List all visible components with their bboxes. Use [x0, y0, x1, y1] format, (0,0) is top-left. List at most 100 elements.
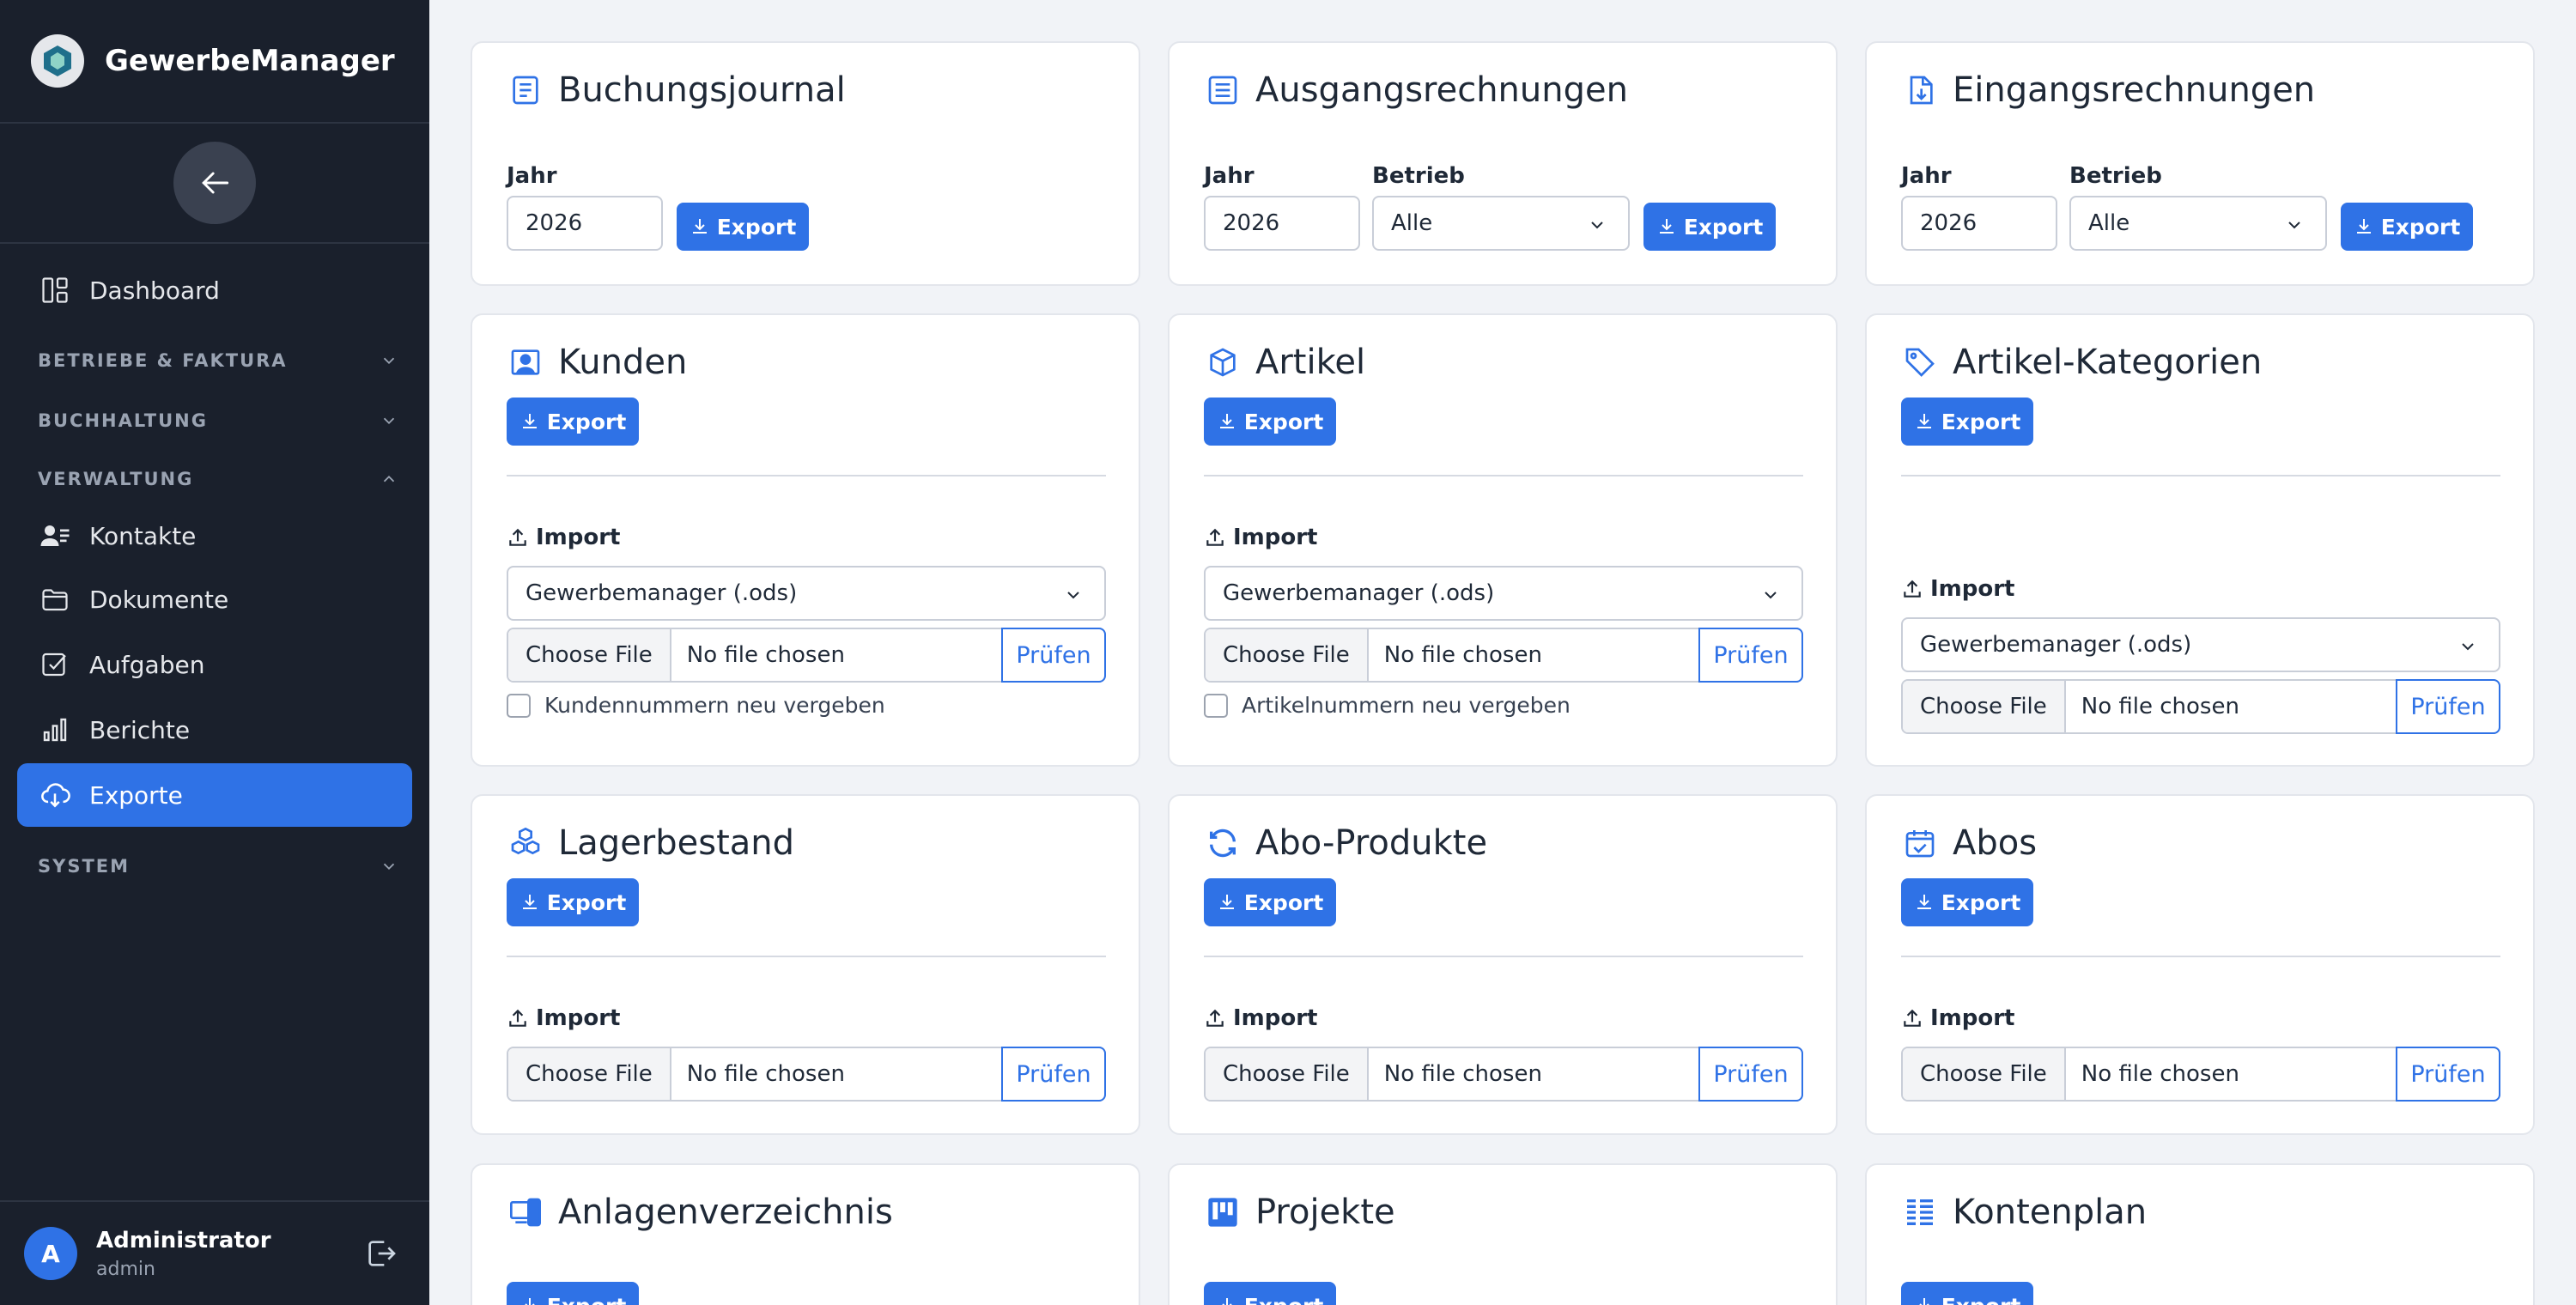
- logout-icon[interactable]: [364, 1236, 398, 1274]
- section-betriebe-faktura[interactable]: BETRIEBE & FAKTURA: [38, 350, 398, 371]
- choose-file-button[interactable]: Choose File: [1903, 1048, 2066, 1100]
- pruefen-button[interactable]: Prüfen: [1001, 628, 1106, 683]
- choose-file-button[interactable]: Choose File: [1903, 681, 2066, 732]
- choose-file-button[interactable]: Choose File: [508, 1048, 671, 1100]
- export-button[interactable]: Export: [1643, 203, 1776, 251]
- sidebar-item-kontakte[interactable]: Kontakte: [17, 504, 412, 568]
- sidebar-item-aufgaben[interactable]: Aufgaben: [17, 633, 412, 696]
- checkbox-task-icon: [38, 647, 72, 682]
- import-label: Import: [1901, 576, 2015, 602]
- upload-icon: [1904, 1009, 1921, 1027]
- chevron-down-icon: [2288, 222, 2300, 229]
- download-icon: [1222, 1298, 1232, 1305]
- kanban-icon: [1204, 1193, 1242, 1231]
- section-label: SYSTEM: [38, 856, 131, 877]
- collapse-sidebar-button[interactable]: [173, 142, 256, 224]
- card-eingangsrechnungen: Eingangsrechnungen Jahr 2026 Betrieb All…: [1865, 41, 2535, 286]
- card-abo-produkte: Abo-Produkte Export Import Choose File N…: [1168, 794, 1838, 1135]
- chevron-down-icon: [1591, 222, 1603, 229]
- betrieb-label: Betrieb: [1372, 163, 1465, 189]
- brand[interactable]: GewerbeManager: [0, 0, 429, 124]
- chevron-down-icon: [383, 417, 395, 425]
- card-kontenplan: Kontenplan Export: [1865, 1163, 2535, 1305]
- export-button[interactable]: Export: [507, 878, 639, 926]
- betrieb-select[interactable]: Alle: [2069, 196, 2327, 251]
- year-input[interactable]: 2026: [1204, 196, 1360, 251]
- export-button[interactable]: Export: [1204, 1282, 1336, 1305]
- renumber-checkbox[interactable]: Artikelnummern neu vergeben: [1204, 693, 1571, 718]
- sidebar-item-dokumente[interactable]: Dokumente: [17, 568, 412, 631]
- export-button[interactable]: Export: [1204, 398, 1336, 446]
- invoice-out-icon: [1204, 71, 1242, 109]
- sidebar-item-exporte[interactable]: Exporte: [17, 763, 412, 827]
- choose-file-button[interactable]: Choose File: [1206, 1048, 1369, 1100]
- section-system[interactable]: SYSTEM: [38, 856, 398, 877]
- download-icon: [525, 1298, 535, 1305]
- upload-icon: [1904, 580, 1921, 598]
- import-format-select[interactable]: Gewerbemanager (.ods): [507, 566, 1106, 621]
- export-button[interactable]: Export: [1901, 1282, 2033, 1305]
- year-label: Jahr: [1901, 163, 1952, 189]
- card-title: Ausgangsrechnungen: [1255, 70, 1628, 110]
- divider: [1204, 956, 1803, 957]
- download-icon: [1659, 219, 1674, 234]
- export-button[interactable]: Export: [1204, 878, 1336, 926]
- download-icon: [522, 895, 537, 909]
- sidebar: GewerbeManager Dashboard BETRIEBE & FAKT…: [0, 0, 429, 1305]
- upload-icon: [509, 1009, 526, 1027]
- year-input[interactable]: 2026: [1901, 196, 2057, 251]
- section-verwaltung[interactable]: VERWALTUNG: [38, 469, 398, 489]
- card-title: Projekte: [1255, 1193, 1395, 1232]
- pruefen-button[interactable]: Prüfen: [1001, 1047, 1106, 1102]
- year-input[interactable]: 2026: [507, 196, 663, 251]
- download-icon: [1219, 895, 1234, 909]
- folder-icon: [38, 582, 72, 616]
- download-icon: [1919, 1298, 1929, 1305]
- card-projekte: Projekte Export: [1168, 1163, 1838, 1305]
- download-icon: [1917, 895, 1931, 909]
- checkbox[interactable]: [1204, 693, 1228, 718]
- renumber-checkbox[interactable]: Kundennummern neu vergeben: [507, 693, 885, 718]
- cloud-download-icon: [38, 778, 72, 812]
- card-title: Eingangsrechnungen: [1953, 70, 2316, 110]
- section-buchhaltung[interactable]: BUCHHALTUNG: [38, 410, 398, 431]
- sidebar-item-berichte[interactable]: Berichte: [17, 698, 412, 762]
- download-icon: [1917, 414, 1931, 428]
- devices-icon: [507, 1193, 544, 1231]
- export-button[interactable]: Export: [1901, 878, 2033, 926]
- choose-file-button[interactable]: Choose File: [508, 629, 671, 681]
- avatar[interactable]: A: [24, 1227, 77, 1280]
- user-role: admin: [96, 1258, 155, 1280]
- checkbox[interactable]: [507, 693, 531, 718]
- pruefen-button[interactable]: Prüfen: [2396, 1047, 2500, 1102]
- import-label: Import: [1204, 525, 1318, 550]
- app-name: GewerbeManager: [105, 44, 395, 78]
- year-label: Jahr: [1204, 163, 1255, 189]
- import-format-select[interactable]: Gewerbemanager (.ods): [1901, 617, 2500, 672]
- section-label: BETRIEBE & FAKTURA: [38, 350, 288, 371]
- refresh-icon: [1204, 824, 1242, 862]
- download-icon: [522, 414, 537, 428]
- export-button[interactable]: Export: [507, 398, 639, 446]
- betrieb-select[interactable]: Alle: [1372, 196, 1630, 251]
- sidebar-item-label: Berichte: [89, 715, 191, 744]
- sidebar-item-dashboard[interactable]: Dashboard: [17, 258, 412, 322]
- pruefen-button[interactable]: Prüfen: [2396, 679, 2500, 734]
- pruefen-button[interactable]: Prüfen: [1698, 628, 1803, 683]
- chevron-down-icon: [383, 863, 395, 871]
- pruefen-button[interactable]: Prüfen: [1698, 1047, 1803, 1102]
- boxes-icon: [507, 824, 544, 862]
- arrow-left-icon: [202, 172, 229, 194]
- year-label: Jahr: [507, 163, 557, 189]
- export-button[interactable]: Export: [2341, 203, 2473, 251]
- choose-file-button[interactable]: Choose File: [1206, 629, 1369, 681]
- import-format-select[interactable]: Gewerbemanager (.ods): [1204, 566, 1803, 621]
- export-button[interactable]: Export: [507, 1282, 639, 1305]
- download-icon: [2356, 219, 2371, 234]
- card-abos: Abos Export Import Choose File No file c…: [1865, 794, 2535, 1135]
- journal-icon: [507, 71, 544, 109]
- bar-chart-icon: [38, 713, 72, 747]
- export-button[interactable]: Export: [677, 203, 809, 251]
- export-button[interactable]: Export: [1901, 398, 2033, 446]
- list-columns-icon: [1901, 1193, 1939, 1231]
